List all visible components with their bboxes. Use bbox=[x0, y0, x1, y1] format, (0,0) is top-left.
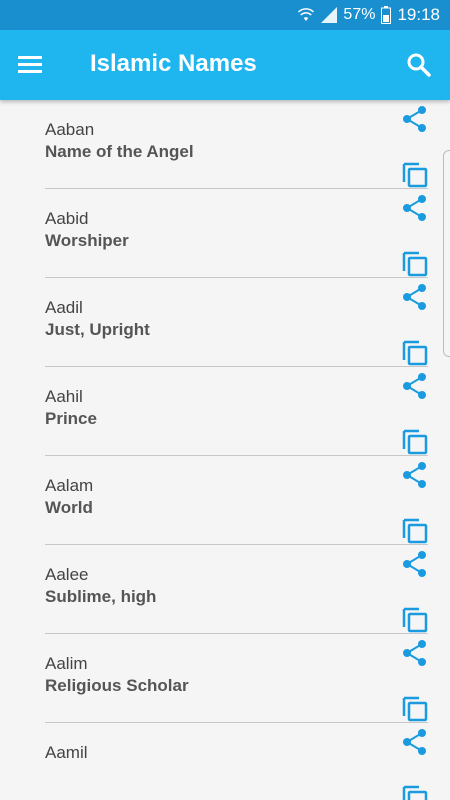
name-text: Aalee bbox=[45, 565, 89, 584]
list-item[interactable]: Aabid Worshiper bbox=[0, 189, 450, 278]
copy-icon[interactable] bbox=[400, 781, 430, 800]
name-text: Aalam bbox=[45, 476, 94, 495]
list-item[interactable]: Aalee Sublime, high bbox=[0, 545, 450, 634]
meaning-text: Sublime, high bbox=[45, 587, 157, 606]
clock: 19:18 bbox=[397, 5, 440, 24]
status-bar: 57% 19:18 bbox=[0, 0, 450, 30]
names-list: Aaban Name of the Angel Aabid Worshiper Aadi… bbox=[0, 100, 450, 800]
share-icon[interactable] bbox=[400, 371, 430, 401]
list-item[interactable]: Aaban Name of the Angel bbox=[0, 100, 450, 189]
share-icon[interactable] bbox=[400, 193, 430, 223]
share-icon[interactable] bbox=[400, 549, 430, 579]
share-icon[interactable] bbox=[400, 638, 430, 668]
copy-icon[interactable] bbox=[400, 514, 430, 544]
copy-icon[interactable] bbox=[400, 692, 430, 722]
list-item[interactable]: Aahil Prince bbox=[0, 367, 450, 456]
share-icon[interactable] bbox=[400, 282, 430, 312]
name-text: Aaban bbox=[45, 120, 95, 139]
signal-icon bbox=[321, 7, 338, 23]
list-item[interactable]: Aamil bbox=[0, 723, 450, 800]
list-item[interactable]: Aadil Just, Upright bbox=[0, 278, 450, 367]
name-text: Aabid bbox=[45, 209, 89, 228]
meaning-text: Just, Upright bbox=[45, 320, 150, 339]
share-icon[interactable] bbox=[400, 460, 430, 490]
app-bar: Islamic Names bbox=[0, 30, 450, 100]
share-icon[interactable] bbox=[400, 104, 430, 134]
list-item[interactable]: Aalam World bbox=[0, 456, 450, 545]
meaning-text: World bbox=[45, 498, 93, 517]
meaning-text: Name of the Angel bbox=[45, 142, 194, 161]
name-text: Aadil bbox=[45, 298, 83, 317]
copy-icon[interactable] bbox=[400, 425, 430, 455]
battery-percent: 57% bbox=[343, 6, 376, 23]
wifi-icon bbox=[298, 8, 315, 21]
share-icon[interactable] bbox=[400, 727, 430, 757]
copy-icon[interactable] bbox=[400, 158, 430, 188]
list-item[interactable]: Aalim Religious Scholar bbox=[0, 634, 450, 723]
meaning-text: Worshiper bbox=[45, 231, 129, 250]
copy-icon[interactable] bbox=[400, 603, 430, 633]
name-text: Aalim bbox=[45, 654, 88, 673]
name-text: Aamil bbox=[45, 743, 88, 762]
app-title: Islamic Names bbox=[90, 50, 257, 77]
copy-icon[interactable] bbox=[400, 336, 430, 366]
name-text: Aahil bbox=[45, 387, 83, 406]
battery-icon bbox=[381, 6, 392, 24]
copy-icon[interactable] bbox=[400, 247, 430, 277]
meaning-text: Religious Scholar bbox=[45, 676, 189, 695]
menu-icon[interactable] bbox=[16, 52, 44, 78]
meaning-text: Prince bbox=[45, 409, 97, 428]
search-icon[interactable] bbox=[404, 50, 434, 80]
